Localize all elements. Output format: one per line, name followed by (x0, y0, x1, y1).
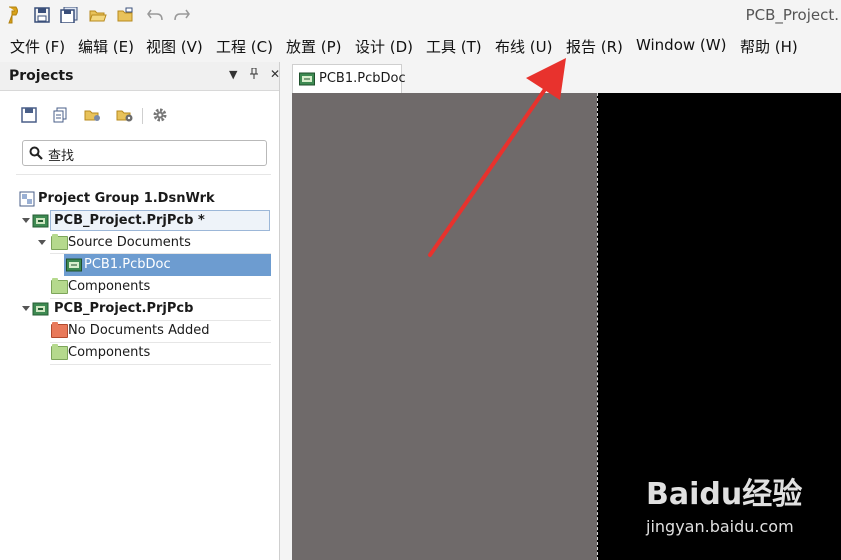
pcb-project-icon (32, 213, 49, 233)
annotation-arrow (428, 58, 566, 257)
app-logo-icon (4, 6, 22, 24)
pin-icon[interactable] (250, 67, 258, 82)
panel-toolbar (0, 90, 279, 136)
menu-file[interactable]: 文件 (F) (10, 36, 65, 57)
expand-triangle-icon[interactable] (22, 218, 30, 223)
folder-settings-icon[interactable] (84, 107, 102, 125)
undo-icon[interactable] (146, 6, 164, 24)
tree-item-label: Components (68, 345, 151, 360)
tree-item-label: Project Group 1.DsnWrk (38, 191, 215, 206)
close-icon[interactable]: ✕ (270, 67, 280, 81)
menu-design[interactable]: 设计 (D) (355, 36, 413, 57)
folder-gear-icon[interactable] (116, 107, 134, 125)
tree-item-label: No Documents Added (68, 323, 210, 338)
title-bar: PCB_Project. (0, 0, 841, 30)
menu-view[interactable]: 视图 (V) (146, 36, 203, 57)
tree-item-pcb-project-active[interactable]: PCB_Project.PrjPcb * (0, 210, 279, 232)
folder-icon (51, 344, 68, 360)
tree-item-pcb-document-selected[interactable]: PCB1.PcbDoc (0, 254, 279, 276)
tree-divider (16, 174, 271, 175)
redo-icon[interactable] (173, 6, 191, 24)
gear-icon[interactable] (152, 107, 170, 125)
tree-item-source-documents[interactable]: Source Documents (0, 232, 279, 254)
panel-title: Projects (9, 68, 74, 84)
menu-project[interactable]: 工程 (C) (216, 36, 273, 57)
expand-triangle-icon[interactable] (38, 240, 46, 245)
tree-item-components-2[interactable]: Components (0, 342, 279, 364)
tree-item-label: PCB_Project.PrjPcb * (54, 213, 205, 228)
toolbar-divider (142, 108, 143, 124)
save-all-icon[interactable] (60, 6, 78, 24)
pcb-document-icon (299, 72, 316, 90)
window-title: PCB_Project. (745, 6, 839, 24)
tree-item-pcb-project[interactable]: PCB_Project.PrjPcb (0, 298, 279, 320)
tree-item-components[interactable]: Components (0, 276, 279, 298)
watermark-brand: Baidu经验 (646, 477, 803, 512)
tab-pcb1-pcbdoc[interactable]: PCB1.PcbDoc (292, 64, 406, 93)
tree-item-label: Components (68, 279, 151, 294)
folder-icon (51, 278, 68, 294)
tree-item-label: PCB_Project.PrjPcb (54, 301, 194, 316)
watermark-url: jingyan.baidu.com (646, 517, 794, 536)
copy-documents-icon[interactable] (52, 107, 70, 125)
tab-label: PCB1.PcbDoc (319, 71, 406, 86)
panel-menu-icon[interactable]: ▼ (229, 68, 237, 81)
tree-item-no-documents[interactable]: No Documents Added (0, 320, 279, 342)
open-project-icon[interactable] (117, 6, 135, 24)
menu-edit[interactable]: 编辑 (E) (78, 36, 134, 57)
menu-help[interactable]: 帮助 (H) (740, 36, 798, 57)
workspace-icon (19, 191, 35, 211)
baidu-watermark: Baidu经验 jingyan.baidu.com (640, 465, 840, 545)
tree-divider (50, 364, 271, 365)
menu-window[interactable]: Window (W) (636, 36, 726, 54)
panel-header: Projects ▼ ✕ (0, 62, 280, 91)
search-icon (29, 146, 43, 160)
expand-triangle-icon[interactable] (22, 306, 30, 311)
pcb-document-icon (66, 258, 83, 276)
search-input-value: 查找 (48, 149, 75, 164)
tree-item-label: PCB1.PcbDoc (84, 257, 171, 272)
menu-place[interactable]: 放置 (P) (286, 36, 342, 57)
save-icon[interactable] (33, 6, 51, 24)
open-folder-icon[interactable] (89, 6, 107, 24)
arrow-shaft (428, 83, 550, 257)
pcb-project-icon (32, 301, 49, 321)
tree-item-project-group[interactable]: Project Group 1.DsnWrk (0, 188, 279, 210)
projects-panel: Projects ▼ ✕ 查找 Project Group 1.DsnWrk P… (0, 62, 280, 560)
folder-icon (51, 322, 68, 338)
arrow-head (526, 58, 566, 100)
folder-icon (51, 234, 68, 250)
save-icon[interactable] (21, 107, 39, 125)
search-input[interactable]: 查找 (22, 140, 267, 166)
tree-item-label: Source Documents (68, 235, 191, 250)
